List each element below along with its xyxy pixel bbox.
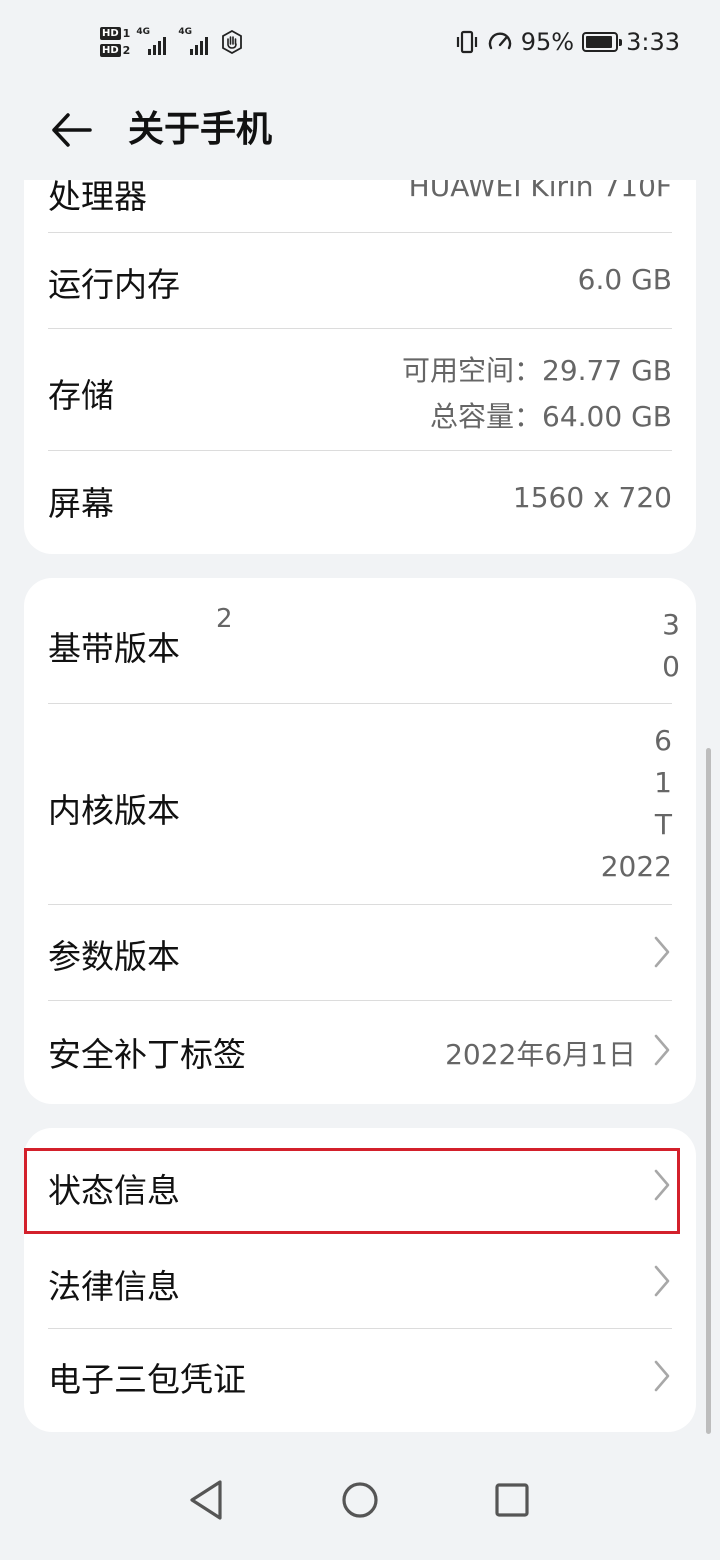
battery-icon — [582, 32, 623, 52]
hd-indicators: HD 1 HD 2 — [100, 27, 130, 57]
storage-row: 存储 可用空间：29.77 GB 总容量：64.00 GB — [48, 329, 672, 449]
screen-row: 屏幕 1560 x 720 — [48, 451, 672, 551]
back-arrow-icon[interactable] — [46, 104, 98, 156]
sim1-indicator: HD 1 — [100, 27, 130, 40]
legal-info-label: 法律信息 — [48, 1267, 180, 1306]
baseband-row: 基带版本 2 3 0 — [48, 578, 680, 702]
chevron-right-icon — [654, 1265, 670, 1297]
signal-icon-2: 4G — [178, 27, 214, 57]
security-patch-label: 安全补丁标签 — [48, 1035, 246, 1074]
screen-label: 屏幕 — [48, 484, 114, 523]
warranty-label: 电子三包凭证 — [48, 1360, 246, 1399]
storage-total: 总容量：64.00 GB — [430, 400, 672, 433]
kernel-label: 内核版本 — [48, 791, 180, 830]
hand-icon — [222, 30, 243, 54]
legal-info-row[interactable]: 法律信息 — [48, 1234, 672, 1326]
speed-icon — [488, 32, 511, 50]
version-info-card: 基带版本 2 3 0 内核版本 6 1 T 2022 参数版本 安全补丁标签 2… — [24, 578, 696, 1104]
params-label: 参数版本 — [48, 937, 180, 976]
home-nav-icon[interactable] — [330, 1470, 390, 1530]
ram-label: 运行内存 — [48, 265, 180, 304]
sim2-indicator: HD 2 — [100, 44, 130, 57]
kernel-line-3: T — [654, 808, 672, 841]
storage-available: 可用空间：29.77 GB — [402, 354, 672, 387]
scrollbar[interactable] — [706, 748, 711, 1434]
baseband-fragment: 2 — [216, 604, 233, 634]
network-type-2: 4G — [178, 27, 192, 37]
ram-row: 运行内存 6.0 GB — [48, 233, 672, 328]
chevron-right-icon — [654, 936, 670, 968]
clock: 3:33 — [626, 28, 680, 56]
vibrate-icon — [456, 30, 477, 54]
navigation-bar — [0, 1470, 720, 1560]
device-info-card: 处理器 HUAWEI Kirin 710F 运行内存 6.0 GB 存储 可用空… — [24, 150, 696, 554]
chevron-right-icon — [654, 1034, 670, 1066]
sim2-number: 2 — [122, 44, 131, 57]
kernel-line-1: 6 — [654, 724, 672, 757]
baseband-fragment-1: 3 — [662, 608, 680, 641]
signal-icon-1: 4G — [136, 27, 172, 57]
chevron-right-icon — [654, 1360, 670, 1392]
app-bar: 关于手机 — [0, 84, 720, 180]
status-left: HD 1 HD 2 4G 4G — [100, 20, 244, 64]
screen-value: 1560 x 720 — [512, 481, 672, 514]
hd1-badge: HD — [100, 27, 121, 40]
status-bar: HD 1 HD 2 4G 4G 95% 3:33 — [0, 0, 720, 84]
kernel-line-4: 2022 — [600, 850, 672, 883]
back-nav-icon[interactable] — [176, 1470, 236, 1530]
highlight-box — [24, 1148, 680, 1234]
kernel-row: 内核版本 6 1 T 2022 — [48, 704, 672, 904]
hd2-badge: HD — [100, 44, 121, 57]
status-right: 95% 3:33 — [455, 24, 680, 60]
warranty-row[interactable]: 电子三包凭证 — [48, 1329, 672, 1425]
kernel-line-2: 1 — [654, 766, 672, 799]
security-patch-row[interactable]: 安全补丁标签 2022年6月1日 — [48, 1001, 672, 1101]
ram-value: 6.0 GB — [577, 263, 672, 296]
security-patch-value: 2022年6月1日 — [445, 1038, 636, 1071]
params-row[interactable]: 参数版本 — [48, 905, 672, 1000]
network-type-1: 4G — [136, 27, 150, 37]
page-title: 关于手机 — [128, 109, 273, 150]
baseband-fragment-2: 0 — [662, 650, 680, 683]
recents-nav-icon[interactable] — [482, 1470, 542, 1530]
baseband-label: 基带版本 — [48, 629, 180, 668]
battery-percent: 95% — [520, 28, 575, 56]
sim1-number: 1 — [122, 27, 131, 40]
storage-label: 存储 — [48, 376, 114, 415]
